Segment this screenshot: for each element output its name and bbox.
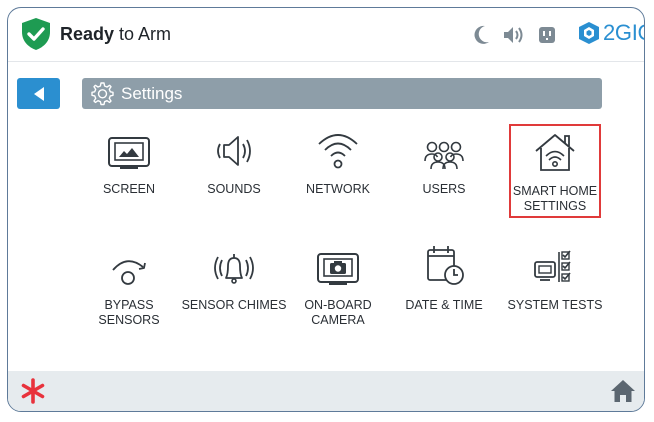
brand-logo: 2GIG: [578, 18, 644, 48]
tile-bypass-sensors[interactable]: BYPASS SENSORS: [83, 244, 175, 332]
back-arrow-icon: [33, 86, 44, 101]
tile-label: NETWORK: [306, 182, 370, 196]
tile-label: BYPASS SENSORS: [98, 298, 159, 328]
camera-icon: [317, 253, 359, 285]
panel-frame: Ready to Arm 2GIG: [7, 7, 645, 412]
arm-status-bold: Ready: [60, 24, 115, 44]
tile-sensor-chimes[interactable]: SENSOR CHIMES: [182, 244, 286, 332]
smart-home-icon: [535, 134, 575, 171]
tile-label: SOUNDS: [207, 182, 261, 196]
bottom-bar: [8, 371, 644, 411]
system-tests-icon: [534, 250, 571, 282]
arm-status-rest: to Arm: [114, 24, 172, 44]
tile-label-line: SMART HOME: [512, 184, 598, 198]
tile-date-time[interactable]: DATE & TIME: [398, 244, 490, 332]
arm-status-text[interactable]: Ready to Arm: [60, 24, 171, 45]
speaker-icon: [217, 136, 251, 166]
tile-label: USERS: [422, 182, 466, 196]
tile-label: SMART HOME SETTINGS: [513, 184, 597, 214]
status-bar: Ready to Arm 2GIG: [8, 8, 644, 62]
tile-on-board-camera[interactable]: ON-BOARD CAMERA: [292, 244, 384, 332]
brand-logo-icon: [579, 22, 599, 44]
outlet-icon[interactable]: [538, 25, 556, 45]
users-icon: [424, 141, 464, 170]
tile-smart-home-settings[interactable]: SMART HOME SETTINGS: [509, 124, 601, 218]
tile-label: SYSTEM TESTS: [507, 298, 603, 312]
gear-icon: [91, 82, 114, 106]
back-button[interactable]: [17, 78, 60, 109]
calendar-clock-icon: [427, 246, 464, 285]
brand-text: 2GIG: [603, 20, 644, 45]
tile-label-line: SETTINGS: [523, 199, 587, 213]
tile-screen[interactable]: SCREEN: [83, 128, 175, 216]
bell-icon: [214, 254, 254, 284]
tile-users[interactable]: USERS: [398, 128, 490, 216]
moon-icon[interactable]: [474, 25, 490, 45]
tile-sounds[interactable]: SOUNDS: [188, 128, 280, 216]
tile-label: DATE & TIME: [405, 298, 483, 312]
tile-label-line: SENSORS: [98, 313, 160, 327]
wifi-icon: [318, 134, 358, 169]
tile-network[interactable]: NETWORK: [292, 128, 384, 216]
tile-label-line: CAMERA: [311, 313, 365, 327]
screen-icon: [108, 137, 150, 169]
tile-label: SENSOR CHIMES: [181, 298, 287, 312]
tile-system-tests[interactable]: SYSTEM TESTS: [507, 244, 603, 332]
page-title: Settings: [121, 84, 183, 103]
tile-label-line: ON-BOARD: [304, 298, 372, 312]
tile-label: ON-BOARD CAMERA: [304, 298, 371, 328]
title-bar: Settings: [82, 78, 602, 109]
tile-label: SCREEN: [102, 182, 156, 196]
home-icon[interactable]: [610, 379, 636, 403]
shield-check-icon: [22, 18, 50, 50]
tile-label-line: BYPASS: [104, 298, 154, 312]
asterisk-icon[interactable]: [20, 378, 46, 404]
speaker-icon[interactable]: [502, 25, 524, 45]
bypass-icon: [112, 260, 146, 285]
